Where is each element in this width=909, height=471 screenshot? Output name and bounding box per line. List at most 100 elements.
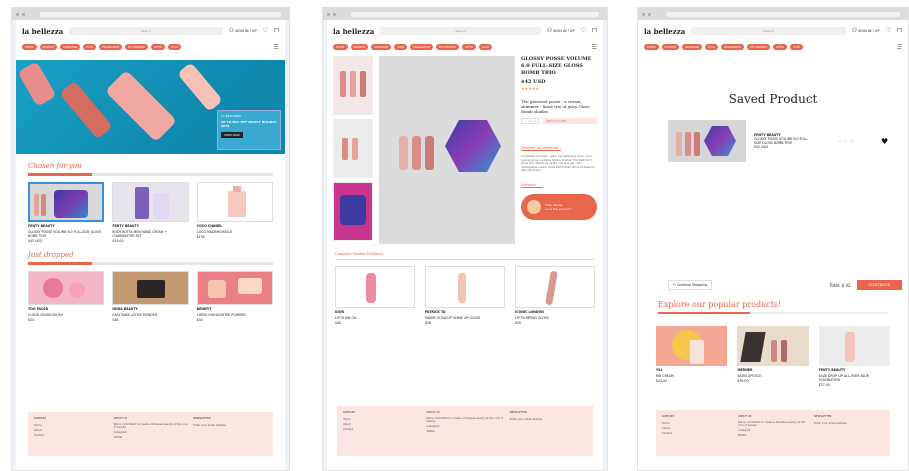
add-to-cart-button[interactable]: ADD TO CART — [543, 118, 597, 124]
hamburger-icon[interactable]: ☰ — [274, 44, 279, 51]
product-image[interactable] — [668, 120, 746, 162]
product-price: $25 — [515, 321, 522, 325]
nav-home[interactable]: HOME — [644, 44, 659, 50]
user-icon: ⚇ — [228, 27, 235, 34]
thumbnail[interactable] — [333, 182, 373, 241]
bag-icon[interactable]: ⊓ — [592, 28, 597, 34]
minus-icon[interactable]: − — [838, 139, 841, 143]
product-card[interactable]: DIOR LIP GLOW OIL $40 — [335, 266, 415, 325]
footer-link[interactable]: Contact — [343, 427, 420, 432]
thumbnail[interactable] — [333, 119, 373, 178]
nav-orders[interactable]: MY ORDERS — [125, 44, 148, 50]
nav-skincare[interactable]: SKINCARE — [60, 44, 81, 50]
heart-icon[interactable]: ♡ — [886, 28, 891, 34]
nav-hair[interactable]: HAIR — [83, 44, 97, 50]
search-input[interactable]: Search — [691, 27, 846, 35]
reviews-title[interactable]: Reviews — [521, 183, 543, 188]
nav-sale[interactable]: SALE — [167, 44, 182, 50]
nav-makeup[interactable]: MAKEUP — [350, 44, 369, 50]
heart-icon[interactable]: ♡ — [263, 28, 268, 34]
nav-orders[interactable]: MY ORDERS — [747, 44, 770, 50]
footer-link[interactable]: Twitter — [738, 433, 808, 438]
quantity-stepper[interactable]: −1 + — [521, 118, 539, 124]
newsletter-input[interactable]: Enter your email address — [814, 421, 884, 426]
nav-gifts[interactable]: GIFTS — [461, 44, 476, 50]
nav-gifts[interactable]: GIFTS — [150, 44, 165, 50]
url-bar[interactable] — [351, 11, 599, 17]
product-name: GLOSSY POSSE VOLUME 6.0 FULL-SIZE GLOSS … — [28, 230, 102, 238]
plus-icon[interactable]: + — [850, 139, 853, 143]
signin-link[interactable]: ⚇ SIGN IN / UP — [229, 28, 257, 34]
section-underline — [28, 262, 273, 265]
newsletter-input[interactable]: Enter your email address — [510, 417, 587, 422]
product-card[interactable]: YSL RIB CREAM $24.00 — [656, 326, 728, 387]
nav-makeup[interactable]: MAKEUP — [39, 44, 58, 50]
product-brand: TOO FACED — [28, 307, 49, 311]
brand-logo[interactable]: la bellezza — [644, 27, 685, 36]
minus-icon[interactable]: − — [524, 119, 527, 123]
footer-link[interactable]: Contact — [662, 431, 732, 436]
product-card[interactable]: TOO FACED CLOUD CRUSH BLUSH $24 — [28, 271, 105, 322]
footer-link[interactable]: Contact — [34, 433, 108, 438]
product-card[interactable]: FENTY BEAUTY BODY BUTTA MINI HAND CREAM … — [112, 182, 189, 243]
plus-icon[interactable]: + — [534, 119, 537, 123]
hero-banner[interactable]: LA BELLEZZA UP TO 50% OFF SELECT HOLIDAY… — [16, 60, 285, 154]
nav-home[interactable]: HOME — [333, 44, 348, 50]
product-card[interactable]: ICONIC LONDON LIP PLUMPING GLOSS $25 — [515, 266, 595, 325]
nav-fragrance[interactable]: FRAGRANCE — [410, 44, 434, 50]
brand-logo[interactable]: la bellezza — [22, 27, 63, 36]
signin-label: SIGN IN / UP — [858, 29, 880, 33]
signin-label: SIGN IN / UP — [553, 29, 575, 33]
continue-button[interactable]: CONTINUE — [856, 280, 902, 290]
bag-icon[interactable]: ⊓ — [897, 28, 902, 34]
nav-skincare[interactable]: SKINCARE — [371, 44, 392, 50]
url-bar[interactable] — [666, 11, 900, 17]
page-title: Saved Product — [728, 92, 818, 106]
signin-link[interactable]: ⚇ SIGN IN / UP — [547, 28, 575, 34]
hamburger-icon[interactable]: ☰ — [897, 44, 902, 51]
thumbnail[interactable] — [333, 56, 373, 115]
signin-link[interactable]: ⚇ SIGN IN / UP — [852, 28, 880, 34]
product-card[interactable]: PATRICK TA MAJOR GLOW LIP SHINE LIP GLOS… — [425, 266, 505, 325]
nav-home[interactable]: HOME — [22, 44, 37, 50]
nav-fragrance[interactable]: FRAGRANCE — [721, 44, 745, 50]
nav-hair[interactable]: HAIR — [394, 44, 408, 50]
newsletter-input[interactable]: Enter your email address — [193, 423, 267, 428]
footer-heading: SUPPORT — [343, 410, 421, 416]
url-bar[interactable] — [40, 11, 281, 17]
header: la bellezza Search ⚇ SIGN IN / UP ♡ ⊓ — [327, 20, 603, 42]
product-card[interactable]: FENTY BEAUTY GLOSSY POSSE VOLUME 6.0 FUL… — [28, 182, 105, 243]
continue-shopping-button[interactable]: ↶ Continue Shopping — [668, 280, 713, 290]
nav-makeup[interactable]: MAKEUP — [661, 44, 680, 50]
nav-hair[interactable]: HAIR — [705, 44, 719, 50]
bag-icon[interactable]: ⊓ — [274, 28, 279, 34]
nav-sale[interactable]: SALE — [478, 44, 493, 50]
product-card[interactable]: HUDA BEAUTY EASY BAKE LOOSE POWDER $38 — [112, 271, 189, 322]
search-input[interactable]: Search — [380, 27, 541, 35]
product-card[interactable]: MERNER SATIN LIPSTICK $30.00 — [737, 326, 809, 387]
nav-gifts[interactable]: GIFTS — [772, 44, 787, 50]
nav-skincare[interactable]: SKINCARE — [682, 44, 703, 50]
footer-col-about: ABOUT US We're committed to create a tim… — [738, 414, 808, 452]
shop-now-button[interactable]: SHOP NOW — [221, 132, 243, 138]
product-card[interactable]: BENEFIT CHEEK HIGHLIGHTER POWDER $30 — [196, 271, 273, 322]
heart-filled-icon[interactable]: ♥ — [881, 137, 888, 146]
product-card[interactable]: FENTY BEAUTY EAZE DROP LIP ALL-OVER BLUR… — [818, 326, 890, 387]
hamburger-icon[interactable]: ☰ — [592, 44, 597, 51]
product-card[interactable]: COCO CHANEL COCO MADEMOISELLE $100 — [196, 182, 273, 243]
nav-fragrance[interactable]: FRAGRANCE — [99, 44, 123, 50]
nav-sale[interactable]: SALE — [789, 44, 804, 50]
quantity-stepper[interactable]: −1 + — [838, 139, 853, 143]
brand-logo[interactable]: la bellezza — [333, 27, 374, 36]
nav-orders[interactable]: MY ORDERS — [436, 44, 459, 50]
product-brand: ICONIC LONDON — [515, 310, 544, 314]
product-image — [28, 271, 105, 305]
search-input[interactable]: Search — [69, 27, 223, 35]
product-price: $38 — [112, 318, 119, 322]
heart-icon[interactable]: ♡ — [581, 28, 586, 34]
footer-link[interactable]: Twitter — [114, 435, 188, 440]
product-info-title[interactable]: Product Information — [521, 146, 561, 151]
footer-link[interactable]: Twitter — [426, 429, 503, 434]
product-brand: COCO CHANEL — [196, 224, 223, 228]
footer-heading: NEWSLETTER — [193, 416, 268, 422]
